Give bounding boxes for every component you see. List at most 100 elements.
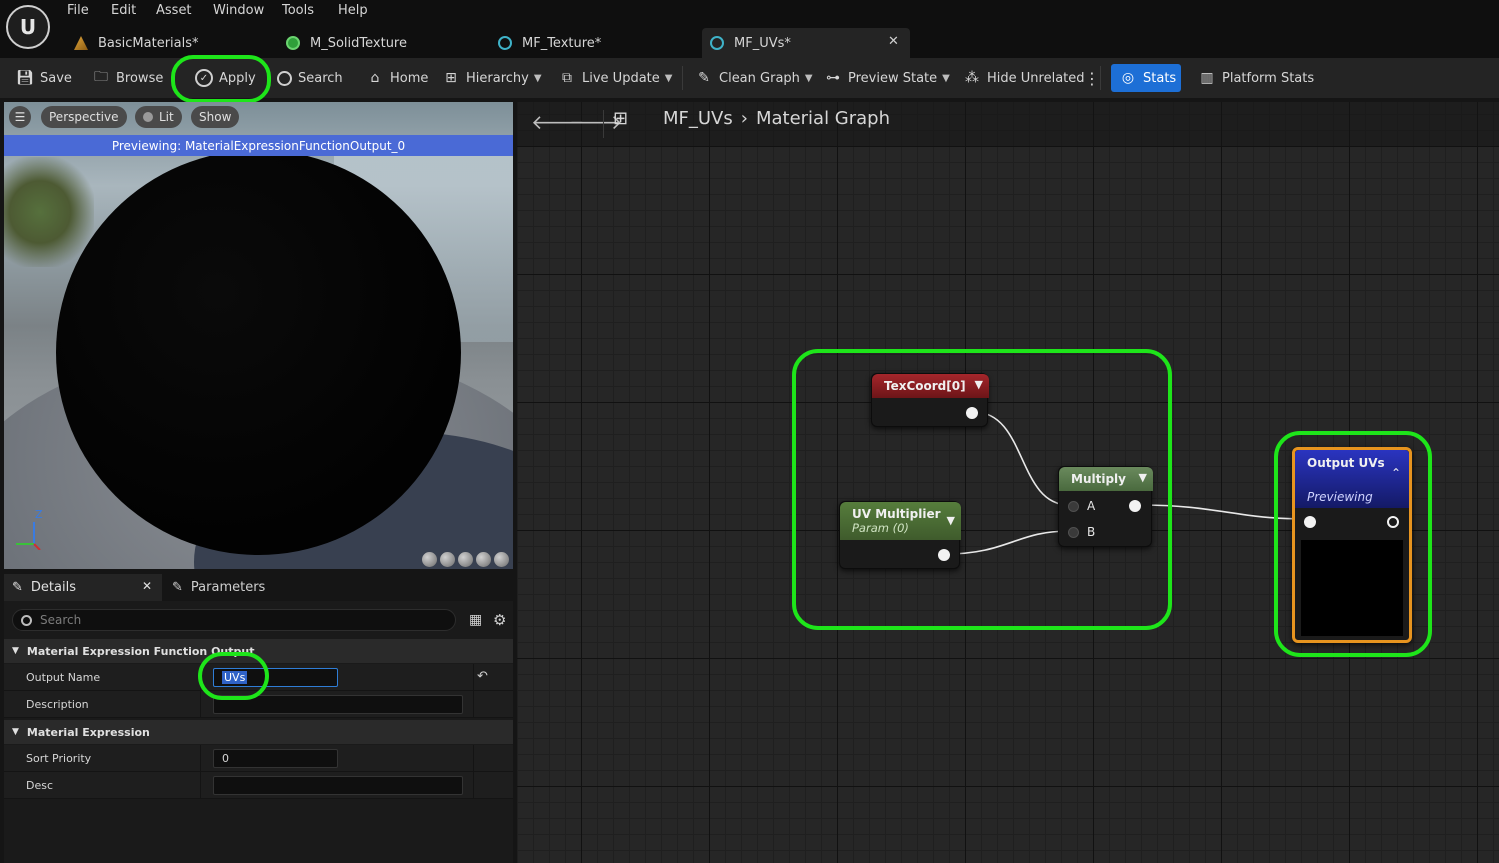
- settings-gear-icon[interactable]: ⚙: [493, 611, 506, 629]
- tab-label: BasicMaterials*: [98, 35, 199, 51]
- property-row-sort-priority: Sort Priority 0: [4, 745, 513, 772]
- preview-cube-icon[interactable]: [476, 552, 491, 567]
- details-search-input[interactable]: Search: [12, 609, 456, 631]
- hide-unrelated-button[interactable]: ⁂ Hide Unrelated: [963, 58, 1085, 98]
- reset-to-default-icon[interactable]: ↶: [477, 669, 488, 684]
- output-pin[interactable]: [966, 407, 978, 419]
- menu-window[interactable]: Window: [213, 3, 264, 18]
- home-label: Home: [390, 70, 429, 86]
- input-pin-a[interactable]: [1068, 501, 1079, 512]
- browse-button[interactable]: 🗀 Browse: [92, 58, 163, 98]
- viewport-menu-icon[interactable]: ☰: [9, 106, 31, 128]
- table-view-icon[interactable]: ▦: [469, 612, 482, 628]
- menu-help[interactable]: Help: [338, 3, 368, 18]
- output-pin[interactable]: [938, 549, 950, 561]
- node-title: TexCoord[0]: [884, 379, 966, 393]
- input-pin-b[interactable]: [1068, 527, 1079, 538]
- material-function-icon: [498, 36, 512, 50]
- output-pin[interactable]: [1129, 500, 1141, 512]
- tab-label: MF_UVs*: [734, 35, 791, 51]
- search-button[interactable]: Search: [277, 58, 343, 98]
- menu-edit[interactable]: Edit: [111, 3, 136, 18]
- chevron-down-icon[interactable]: ▼: [947, 514, 955, 527]
- node-subtitle: Param (0): [852, 521, 909, 535]
- stats-icon: ◎: [1121, 70, 1135, 86]
- save-label: Save: [40, 70, 72, 86]
- perspective-button[interactable]: Perspective: [41, 106, 127, 128]
- more-options-icon[interactable]: ⋮: [1084, 58, 1100, 98]
- output-name-field[interactable]: UVs: [213, 668, 338, 687]
- wire-multiply-to-output: [1139, 504, 1306, 520]
- save-button[interactable]: 💾︎ Save: [16, 58, 72, 98]
- platform-stats-button[interactable]: ▥ Platform Stats: [1198, 58, 1314, 98]
- close-tab-icon[interactable]: ✕: [888, 34, 899, 49]
- wire-uvmult-to-b: [945, 530, 1070, 555]
- output-name-value: UVs: [222, 671, 248, 684]
- menu-file[interactable]: File: [67, 3, 89, 18]
- home-button[interactable]: ⌂ Home: [366, 58, 429, 98]
- hierarchy-icon: ⊞: [445, 70, 457, 86]
- home-icon: ⌂: [370, 70, 380, 86]
- section-material-expression[interactable]: ▼ Material Expression: [4, 720, 513, 744]
- live-update-label: Live Update: [582, 70, 660, 86]
- chevron-up-icon[interactable]: ⌃: [1391, 466, 1401, 480]
- tab-details[interactable]: ✎ Details ✕: [4, 574, 162, 601]
- chevron-down-icon[interactable]: ▼: [975, 378, 983, 391]
- material-instance-icon: [286, 36, 300, 50]
- node-multiply[interactable]: Multiply ▼ A B: [1058, 466, 1153, 547]
- apply-button[interactable]: ✓ Apply: [195, 58, 256, 98]
- platform-stats-label: Platform Stats: [1222, 70, 1315, 86]
- stats-button[interactable]: ◎ Stats: [1111, 64, 1181, 92]
- clean-graph-dropdown[interactable]: ✎ Clean Graph ▼: [695, 58, 812, 98]
- tab-mf-uvs[interactable]: MF_UVs* ✕: [702, 28, 910, 58]
- live-update-dropdown[interactable]: ⧉ Live Update ▼: [558, 58, 672, 98]
- background-trees: [4, 157, 94, 267]
- node-uv-multiplier[interactable]: UV Multiplier Param (0) ▼: [839, 501, 961, 569]
- hierarchy-dropdown[interactable]: ⊞ Hierarchy ▼: [442, 58, 541, 98]
- section-function-output[interactable]: ▼ Material Expression Function Output: [4, 639, 513, 663]
- menu-asset[interactable]: Asset: [156, 3, 192, 18]
- tab-parameters-label: Parameters: [190, 580, 266, 595]
- desc-field[interactable]: [213, 776, 463, 795]
- tab-basic-materials[interactable]: BasicMaterials*: [66, 28, 276, 58]
- column-divider: [200, 772, 201, 799]
- preview-viewport[interactable]: Previewing: MaterialExpressionFunctionOu…: [4, 102, 513, 569]
- sort-priority-field[interactable]: 0: [213, 749, 338, 768]
- node-texcoord[interactable]: TexCoord[0] ▼: [871, 373, 989, 427]
- preview-sphere: [56, 150, 461, 555]
- search-label: Search: [298, 70, 343, 86]
- menu-tools[interactable]: Tools: [282, 3, 314, 18]
- clean-graph-label: Clean Graph: [719, 70, 800, 86]
- unreal-logo-icon[interactable]: U: [6, 5, 50, 49]
- column-divider: [473, 691, 474, 718]
- lit-button[interactable]: Lit: [135, 106, 182, 128]
- node-output-uvs[interactable]: Output UVs ⌃ Previewing: [1292, 447, 1412, 643]
- show-label: Show: [199, 110, 232, 124]
- material-graph[interactable]: 🡐 🡒 ⊞ MF_UVs › Material Graph TexCoord[0…: [517, 102, 1499, 863]
- tab-m-solidtexture[interactable]: M_SolidTexture: [278, 28, 488, 58]
- preview-plane-icon[interactable]: [458, 552, 473, 567]
- description-field[interactable]: [213, 695, 463, 714]
- preview-state-dropdown[interactable]: ⊶ Preview State ▼: [824, 58, 950, 98]
- preview-cylinder-icon[interactable]: [422, 552, 437, 567]
- input-pin[interactable]: [1304, 516, 1316, 528]
- close-tab-icon[interactable]: ✕: [142, 579, 152, 593]
- stats-label: Stats: [1143, 70, 1177, 86]
- tab-label: M_SolidTexture: [310, 35, 407, 51]
- broom-icon: ✎: [698, 70, 710, 86]
- pencil-icon: ✎: [12, 580, 23, 595]
- output-pin[interactable]: [1387, 516, 1399, 528]
- column-divider: [200, 745, 201, 772]
- apply-label: Apply: [219, 70, 256, 86]
- tab-label: MF_Texture*: [522, 35, 602, 51]
- toolbar-separator: [682, 66, 683, 90]
- toolbar: 💾︎ Save 🗀 Browse ✓ Apply Search ⌂ Home ⊞…: [0, 58, 1499, 98]
- tab-mf-texture[interactable]: MF_Texture*: [490, 28, 700, 58]
- description-label: Description: [26, 698, 89, 711]
- preview-teapot-icon[interactable]: [494, 552, 509, 567]
- preview-sphere-icon[interactable]: [440, 552, 455, 567]
- details-panel: ✎ Details ✕ ✎ Parameters Search ▦ ⚙ ▼ Ma…: [4, 574, 513, 863]
- chevron-down-icon[interactable]: ▼: [1139, 471, 1147, 484]
- show-button[interactable]: Show: [191, 106, 240, 128]
- tab-parameters[interactable]: ✎ Parameters: [172, 574, 265, 601]
